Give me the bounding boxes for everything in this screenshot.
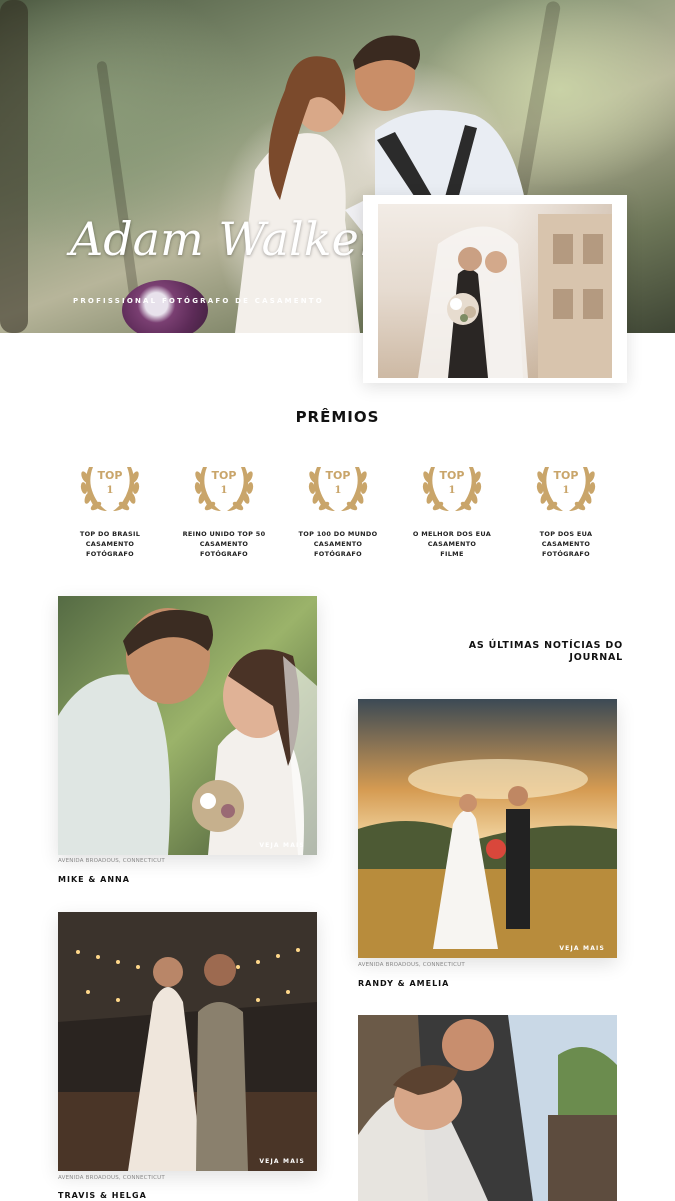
award-label-line: FOTÓGRAFO [200,550,248,558]
post-location: AVENIDA BROADOUS, CONNECTICUT [58,858,165,864]
post-photo-travis-helga[interactable]: VEJA MAIS [58,912,317,1171]
post-location: AVENIDA BROADOUS, CONNECTICUT [58,1175,165,1181]
award-label: TOP DOS EUA CASAMENTO FOTÓGRAFO [511,529,621,559]
award-label-line: O MELHOR DOS EUA [412,530,492,538]
hero-title: Adam Walker [70,212,381,266]
award-label: REINO UNIDO TOP 50 CASAMENTO FOTÓGRAFO [169,529,279,559]
award-top-text: TOP [440,469,465,482]
post-name[interactable]: RANDY & AMELIA [358,979,449,988]
award-label-line: CASAMENTO [313,540,363,548]
award-label-line: FOTÓGRAFO [86,550,134,558]
award-label-line: TOP DOS EUA [539,530,593,538]
award-item: TOP 1 TOP 100 DO MUNDO CASAMENTO FOTÓGRAFO [283,455,393,559]
award-label-line: FOTÓGRAFO [314,550,362,558]
see-more-link[interactable]: VEJA MAIS [559,945,605,952]
post-location: AVENIDA BROADOUS, CONNECTICUT [358,962,465,968]
laurel-icon: TOP 1 [536,467,596,511]
award-label: O MELHOR DOS EUA CASAMENTO FILME [397,529,507,559]
award-label-line: REINO UNIDO TOP 50 [182,530,266,538]
award-top-text: TOP [326,469,351,482]
laurel-icon: TOP 1 [80,467,140,511]
post-photo-mike-anna[interactable]: VEJA MAIS [58,596,317,855]
award-top-text: TOP [98,469,123,482]
award-label-line: CASAMENTO [427,540,477,548]
award-label: TOP DO BRASIL CASAMENTO FOTÓGRAFO [55,529,165,559]
tree-trunk [0,0,28,333]
laurel-icon: TOP 1 [422,467,482,511]
post-image [358,699,617,958]
see-more-link[interactable]: VEJA MAIS [259,1158,305,1165]
award-label-line: CASAMENTO [541,540,591,548]
journal-title-line: AS ÚLTIMAS NOTÍCIAS DO [468,640,623,651]
post-image [58,912,317,1171]
award-number-text: 1 [221,485,228,496]
award-number-text: 1 [449,485,456,496]
journal-title-line: JOURNAL [569,652,623,663]
award-label-line: FILME [440,550,464,558]
award-label-line: TOP DO BRASIL [79,530,141,538]
bouquet [122,280,208,333]
post-name[interactable]: TRAVIS & HELGA [58,1191,147,1200]
see-more-link[interactable]: VEJA MAIS [259,842,305,849]
award-number-text: 1 [335,485,342,496]
award-label-line: TOP 100 DO MUNDO [298,530,378,538]
award-label: TOP 100 DO MUNDO CASAMENTO FOTÓGRAFO [283,529,393,559]
award-number-text: 1 [107,485,114,496]
post-photo-fourth[interactable] [358,1015,617,1201]
award-item: TOP 1 O MELHOR DOS EUA CASAMENTO FILME [397,455,507,559]
award-number-text: 1 [563,485,570,496]
laurel-icon: TOP 1 [194,467,254,511]
hero-subtitle: PROFISSIONAL FOTÓGRAFO DE CASAMENTO [73,297,324,305]
award-label-line: CASAMENTO [85,540,135,548]
award-item: TOP 1 TOP DOS EUA CASAMENTO FOTÓGRAFO [511,455,621,559]
post-photo-randy-amelia[interactable]: VEJA MAIS [358,699,617,958]
post-image [358,1015,617,1201]
post-name[interactable]: MIKE & ANNA [58,875,130,884]
award-label-line: FOTÓGRAFO [542,550,590,558]
laurel-icon: TOP 1 [308,467,368,511]
award-item: TOP 1 REINO UNIDO TOP 50 CASAMENTO FOTÓGRAFO [169,455,279,559]
award-top-text: TOP [212,469,237,482]
award-label-line: CASAMENTO [199,540,249,548]
couple-veil-image [418,214,612,378]
featured-photo[interactable] [378,204,612,378]
award-top-text: TOP [554,469,579,482]
award-item: TOP 1 TOP DO BRASIL CASAMENTO FOTÓGRAFO [55,455,165,559]
post-image [58,596,317,855]
awards-title: PRÊMIOS [295,408,380,426]
journal-title: AS ÚLTIMAS NOTÍCIAS DO JOURNAL [453,640,623,664]
